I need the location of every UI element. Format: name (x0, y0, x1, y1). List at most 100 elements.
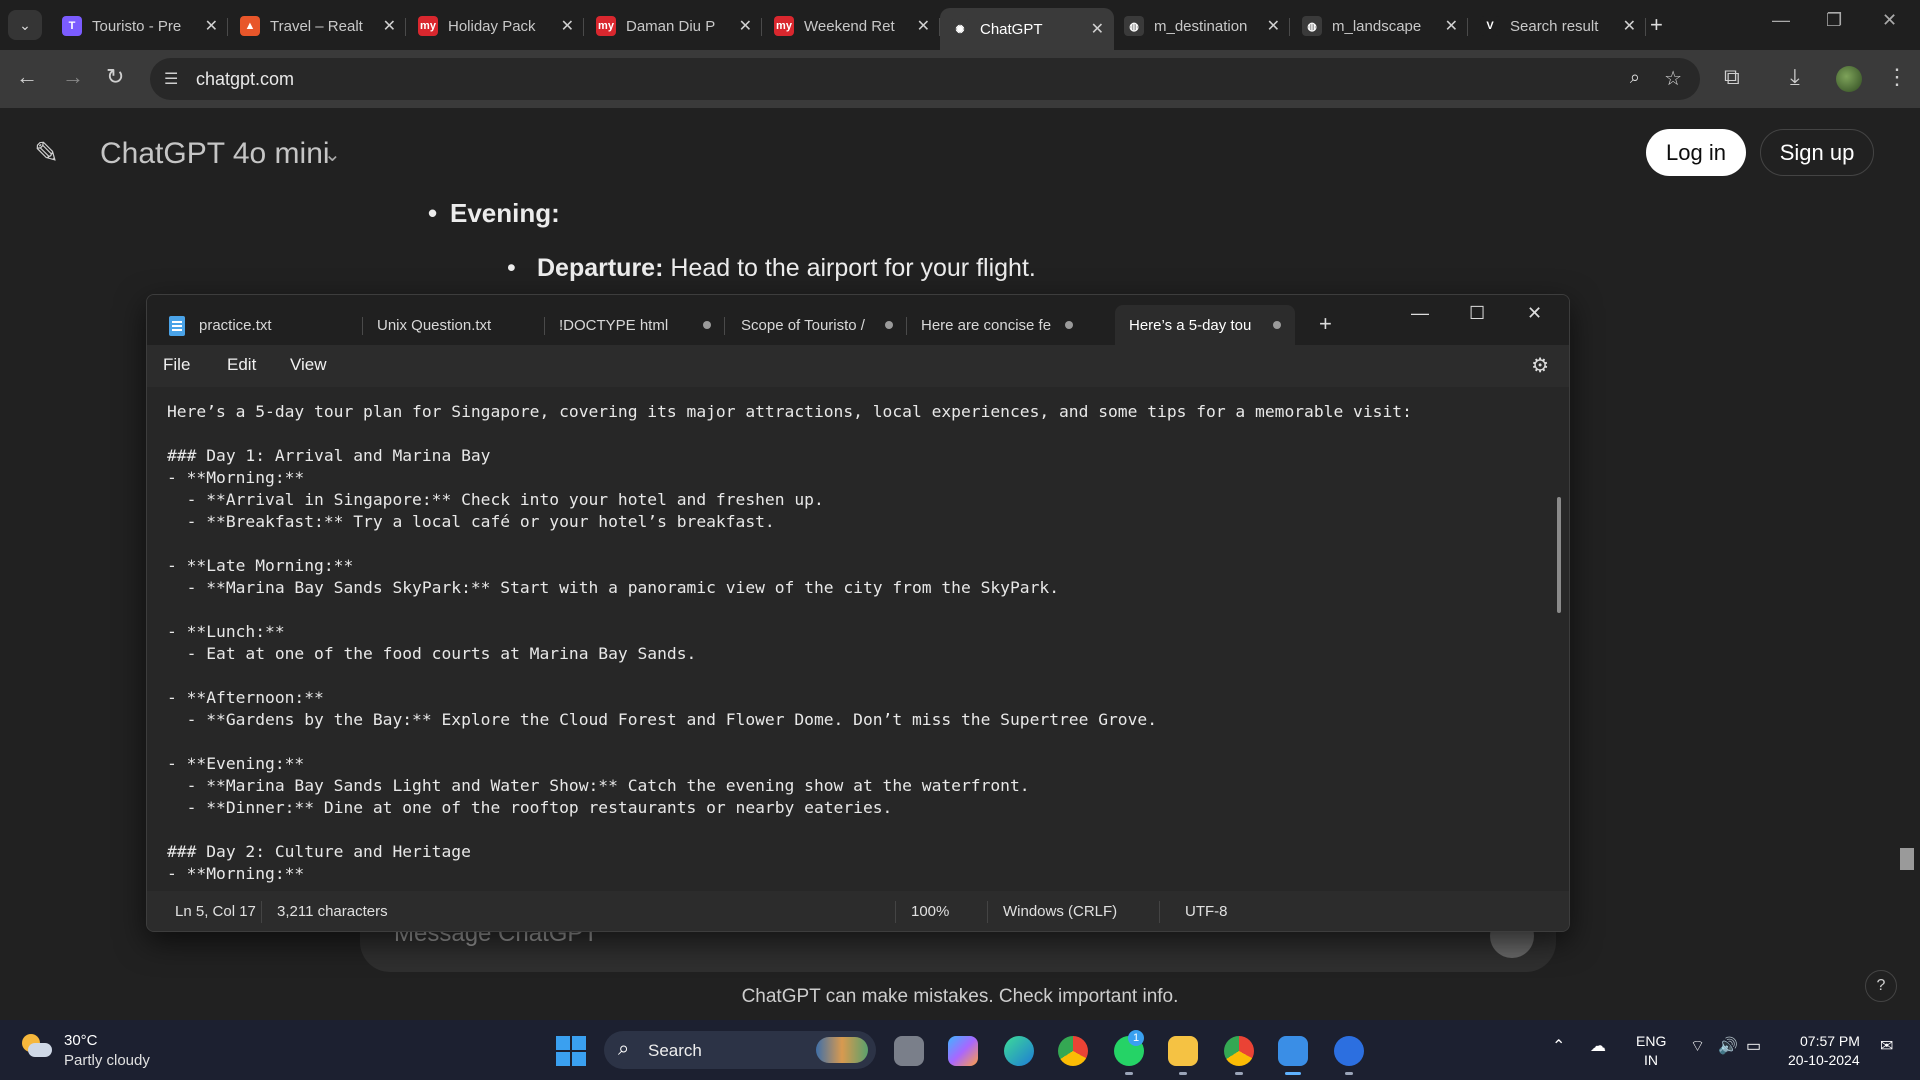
close-tab-icon[interactable]: ✕ (1267, 16, 1280, 36)
close-tab-icon[interactable]: ✕ (561, 16, 574, 36)
battery-icon[interactable]: ▭ (1746, 1036, 1761, 1056)
editor-line[interactable]: - **Afternoon:** (167, 687, 1412, 709)
notepad-tab[interactable]: Scope of Touristo / (727, 305, 907, 345)
notepad-close-icon[interactable]: ✕ (1527, 303, 1542, 324)
unsaved-dot-icon[interactable] (885, 321, 893, 329)
weather-temperature[interactable]: 30°C (64, 1032, 98, 1049)
editor-line[interactable]: - **Marina Bay Sands SkyPark:** Start wi… (167, 577, 1412, 599)
notepad-new-tab-button[interactable]: + (1319, 311, 1332, 337)
weather-partly-cloudy-icon[interactable] (22, 1034, 52, 1060)
login-button[interactable]: Log in (1646, 129, 1746, 176)
editor-line[interactable]: - **Lunch:** (167, 621, 1412, 643)
notepad-editor[interactable]: Here’s a 5-day tour plan for Singapore, … (147, 387, 1569, 891)
task-view-icon[interactable] (894, 1036, 924, 1066)
forward-icon[interactable]: → (62, 64, 84, 90)
bookmark-star-icon[interactable]: ☆ (1664, 66, 1682, 91)
browser-tab[interactable]: V Search result ✕ (1470, 8, 1646, 44)
chrome-icon[interactable] (1058, 1036, 1088, 1066)
notepad-taskbar-icon[interactable] (1278, 1036, 1308, 1075)
editor-line[interactable]: ### Day 2: Culture and Heritage (167, 841, 1412, 863)
model-selector[interactable]: ChatGPT 4o mini (100, 137, 330, 171)
file-explorer-icon[interactable] (1168, 1036, 1198, 1075)
editor-line[interactable]: - Eat at one of the food courts at Marin… (167, 643, 1412, 665)
browser-tab[interactable]: ◍ m_destination ✕ (1114, 8, 1290, 44)
editor-line[interactable] (167, 533, 1412, 555)
app-store-icon[interactable] (1334, 1036, 1364, 1075)
notepad-minimize-icon[interactable]: — (1411, 303, 1429, 324)
weather-description[interactable]: Partly cloudy (64, 1052, 150, 1069)
new-chat-edit-icon[interactable]: ✎ (34, 136, 59, 171)
notepad-tab[interactable]: practice.txt (185, 305, 363, 345)
editor-line[interactable]: ### Day 1: Arrival and Marina Bay (167, 445, 1412, 467)
browser-menu-icon[interactable]: ⋮ (1886, 64, 1908, 90)
editor-line[interactable]: - **Marina Bay Sands Light and Water Sho… (167, 775, 1412, 797)
back-icon[interactable]: ← (16, 64, 38, 90)
unsaved-dot-icon[interactable] (1065, 321, 1073, 329)
notepad-tab[interactable]: Here’s a 5-day tou (1115, 305, 1295, 345)
page-scrollbar[interactable] (1900, 848, 1914, 870)
browser-tab[interactable]: T Touristo - Pre ✕ (52, 8, 228, 44)
editor-line[interactable]: - **Dinner:** Dine at one of the rooftop… (167, 797, 1412, 819)
clock-date[interactable]: 20-10-2024 (1788, 1052, 1860, 1068)
show-hidden-icons-chevron-icon[interactable]: ⌃ (1552, 1036, 1565, 1056)
editor-line[interactable]: - **Arrival in Singapore:** Check into y… (167, 489, 1412, 511)
browser-tab[interactable]: ▲ Travel – Realt ✕ (230, 8, 406, 44)
settings-gear-icon[interactable]: ⚙ (1531, 353, 1549, 378)
editor-line[interactable]: - **Evening:** (167, 753, 1412, 775)
editor-line[interactable]: - **Morning:** (167, 467, 1412, 489)
editor-line[interactable]: - **Morning:** (167, 863, 1412, 885)
browser-tab[interactable]: my Weekend Ret ✕ (764, 8, 940, 44)
notepad-tab[interactable]: !DOCTYPE html (545, 305, 725, 345)
region-indicator[interactable]: IN (1644, 1052, 1658, 1068)
signup-button[interactable]: Sign up (1760, 129, 1874, 176)
edge-icon[interactable] (1004, 1036, 1034, 1066)
editor-line[interactable] (167, 731, 1412, 753)
menu-view[interactable]: View (290, 355, 327, 375)
download-icon[interactable]: ⤓ (1790, 64, 1800, 90)
url-text[interactable]: chatgpt.com (196, 69, 294, 90)
taskbar-search[interactable]: ⌕ Search (604, 1031, 876, 1069)
close-tab-icon[interactable]: ✕ (1445, 16, 1458, 36)
editor-line[interactable]: - **Gardens by the Bay:** Explore the Cl… (167, 709, 1412, 731)
editor-line[interactable]: - **Late Morning:** (167, 555, 1412, 577)
volume-icon[interactable]: 🔊 (1718, 1036, 1738, 1056)
language-indicator[interactable]: ENG (1636, 1033, 1666, 1049)
chrome-profile-icon[interactable] (1224, 1036, 1254, 1075)
editor-line[interactable]: - **Breakfast:** Try a local café or you… (167, 511, 1412, 533)
close-window-icon[interactable]: ✕ (1882, 10, 1897, 31)
menu-file[interactable]: File (163, 355, 190, 375)
notepad-maximize-icon[interactable]: ☐ (1469, 303, 1485, 324)
close-tab-icon[interactable]: ✕ (917, 16, 930, 36)
notepad-tab[interactable]: Unix Question.txt (363, 305, 545, 345)
editor-line[interactable] (167, 423, 1412, 445)
unsaved-dot-icon[interactable] (703, 321, 711, 329)
notepad-tab[interactable]: Here are concise fe (907, 305, 1087, 345)
tab-search-chevron-icon[interactable]: ⌄ (8, 10, 42, 40)
site-info-icon[interactable]: ☰ (164, 69, 178, 89)
extensions-icon[interactable]: ⧉ (1724, 64, 1740, 90)
profile-avatar[interactable] (1836, 66, 1862, 92)
chevron-down-icon[interactable]: ⌄ (324, 142, 341, 167)
clock-time[interactable]: 07:57 PM (1800, 1033, 1860, 1049)
editor-line[interactable] (167, 599, 1412, 621)
new-tab-button[interactable]: + (1650, 12, 1663, 38)
close-tab-icon[interactable]: ✕ (383, 16, 396, 36)
zoom-icon[interactable]: ⌕ (1630, 67, 1640, 88)
notification-icon[interactable]: ✉ (1880, 1036, 1893, 1056)
windows-start-icon[interactable] (556, 1036, 586, 1066)
reload-icon[interactable]: ↻ (106, 64, 124, 90)
minimize-icon[interactable]: — (1772, 10, 1790, 31)
copilot-icon[interactable] (948, 1036, 978, 1066)
close-tab-icon[interactable]: ✕ (739, 16, 752, 36)
unsaved-dot-icon[interactable] (1273, 321, 1281, 329)
close-tab-icon[interactable]: ✕ (1623, 16, 1636, 36)
browser-tab[interactable]: my Holiday Pack ✕ (408, 8, 584, 44)
notepad-titlebar[interactable]: practice.txt Unix Question.txt !DOCTYPE ht… (147, 295, 1569, 345)
close-tab-icon[interactable]: ✕ (205, 16, 218, 36)
editor-scrollbar[interactable] (1557, 497, 1561, 613)
editor-line[interactable] (167, 819, 1412, 841)
menu-edit[interactable]: Edit (227, 355, 256, 375)
wifi-icon[interactable]: ⌔ (1690, 1036, 1705, 1056)
restore-icon[interactable]: ❐ (1826, 10, 1842, 31)
browser-tab[interactable]: ◍ m_landscape ✕ (1292, 8, 1468, 44)
